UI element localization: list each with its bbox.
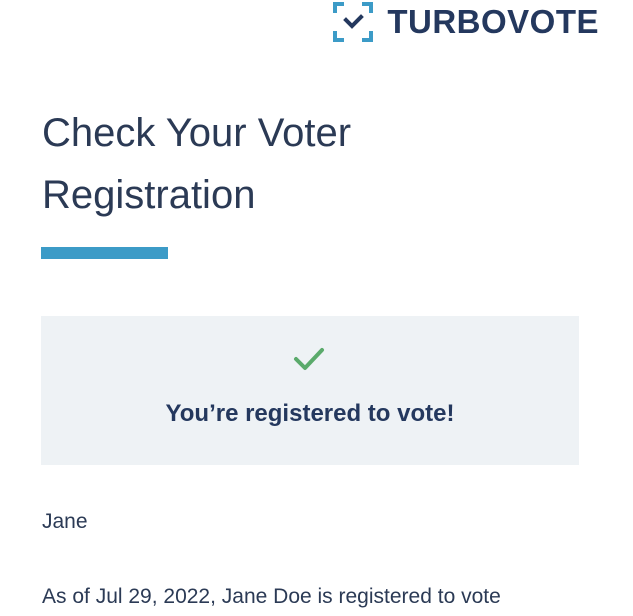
registration-status-message: You’re registered to vote!	[165, 400, 455, 427]
voter-first-name: Jane	[42, 510, 88, 533]
turbovote-logo[interactable]: TURBOVOTE	[333, 2, 599, 42]
site-header: TURBOVOTE	[0, 0, 633, 48]
turbovote-bracket-check-icon	[333, 2, 374, 42]
check-icon	[294, 348, 324, 370]
title-accent-bar	[41, 247, 168, 259]
registration-status-panel	[41, 316, 579, 465]
page-title: Check Your Voter Registration	[42, 111, 352, 217]
registration-detail-text: As of Jul 29, 2022, Jane Doe is register…	[42, 585, 501, 608]
brand-name: TURBOVOTE	[387, 3, 599, 40]
